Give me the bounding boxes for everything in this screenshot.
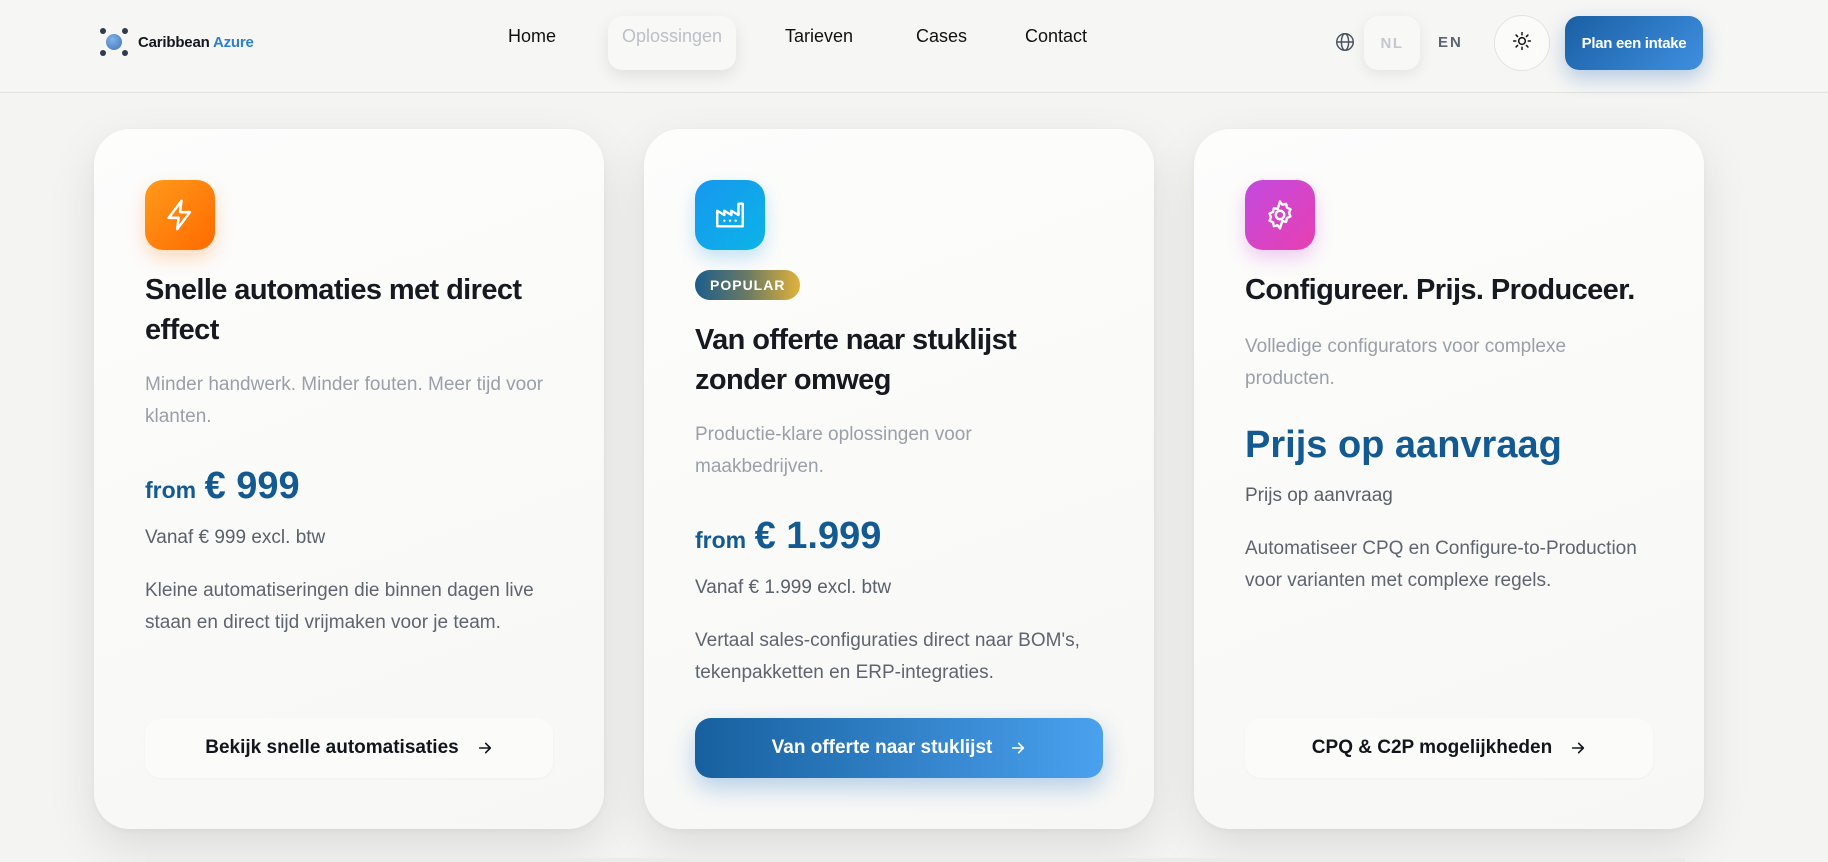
button-label: Van offerte naar stuklijst bbox=[771, 737, 993, 758]
card-description: Kleine automatiseringen die binnen dagen… bbox=[145, 580, 534, 633]
sun-icon bbox=[1512, 31, 1532, 56]
plan-intake-button[interactable]: Plan een intake bbox=[1565, 16, 1703, 70]
price-amount: € 999 bbox=[204, 465, 300, 507]
card-title: Van offerte naar stuklijst zonder omweg bbox=[695, 324, 1017, 396]
card-title: Configureer. Prijs. Produceer. bbox=[1245, 274, 1635, 306]
price-from-label: from bbox=[695, 527, 747, 553]
nav-cases[interactable]: Cases bbox=[916, 26, 967, 47]
card-subtitle: Volledige configurators voor complexe pr… bbox=[1245, 336, 1567, 389]
nav-contact[interactable]: Contact bbox=[1025, 26, 1087, 47]
button-label: Bekijk snelle automatisaties bbox=[205, 737, 459, 758]
price-from-label: from bbox=[145, 477, 197, 503]
popular-badge: POPULAR bbox=[695, 270, 801, 300]
factory-icon bbox=[695, 180, 765, 250]
globe-icon bbox=[1334, 31, 1356, 53]
theme-toggle-button[interactable] bbox=[1494, 15, 1550, 71]
language-en-button[interactable]: EN bbox=[1438, 34, 1463, 51]
arrow-right-icon bbox=[1010, 740, 1026, 756]
gear-icon bbox=[1245, 180, 1315, 250]
card-title: Snelle automaties met direct effect bbox=[145, 274, 522, 346]
solution-card-automations: Snelle automaties met direct effect Mind… bbox=[94, 129, 604, 829]
next-section-edge bbox=[145, 858, 1685, 862]
solution-card-cpq: Configureer. Prijs. Produceer. Volledige… bbox=[1194, 129, 1704, 829]
card-price: from € 1.999 bbox=[695, 515, 881, 558]
card-description: Vertaal sales-configuraties direct naar … bbox=[695, 630, 1080, 683]
arrow-right-icon bbox=[477, 740, 493, 756]
price-amount: € 1.999 bbox=[754, 515, 882, 557]
brand-name: Caribbean Azure bbox=[138, 33, 254, 51]
logo-icon bbox=[100, 28, 128, 56]
button-label: CPQ & C2P mogelijkheden bbox=[1311, 737, 1553, 758]
arrow-right-icon bbox=[1570, 740, 1586, 756]
card-subtitle: Productie-klare oplossingen voor maakbed… bbox=[695, 424, 972, 477]
lightning-icon bbox=[145, 180, 215, 250]
site-header: Caribbean Azure Home Oplossingen Tarieve… bbox=[0, 0, 1828, 93]
solution-card-quote-to-bom: POPULAR Van offerte naar stuklijst zonde… bbox=[644, 129, 1154, 829]
card-price: from € 999 bbox=[145, 465, 300, 508]
price-note: Vanaf € 999 excl. btw bbox=[145, 527, 326, 548]
nav-tarieven[interactable]: Tarieven bbox=[785, 26, 853, 47]
price-note: Vanaf € 1.999 excl. btw bbox=[695, 577, 892, 598]
card-subtitle: Minder handwerk. Minder fouten. Meer tij… bbox=[145, 374, 544, 427]
price-on-request: Prijs op aanvraag bbox=[1245, 424, 1562, 466]
card-description: Automatiseer CPQ en Configure-to-Product… bbox=[1245, 538, 1637, 591]
nav-oplossingen[interactable]: Oplossingen bbox=[608, 16, 737, 70]
language-nl-button[interactable]: NL bbox=[1364, 16, 1420, 70]
quote-to-bom-button[interactable]: Van offerte naar stuklijst bbox=[695, 718, 1103, 778]
cpq-c2p-button[interactable]: CPQ & C2P mogelijkheden bbox=[1245, 718, 1653, 778]
view-automations-button[interactable]: Bekijk snelle automatisaties bbox=[145, 718, 553, 778]
nav-home[interactable]: Home bbox=[508, 26, 556, 47]
price-note: Prijs op aanvraag bbox=[1245, 485, 1393, 506]
brand-logo[interactable]: Caribbean Azure bbox=[100, 28, 254, 56]
